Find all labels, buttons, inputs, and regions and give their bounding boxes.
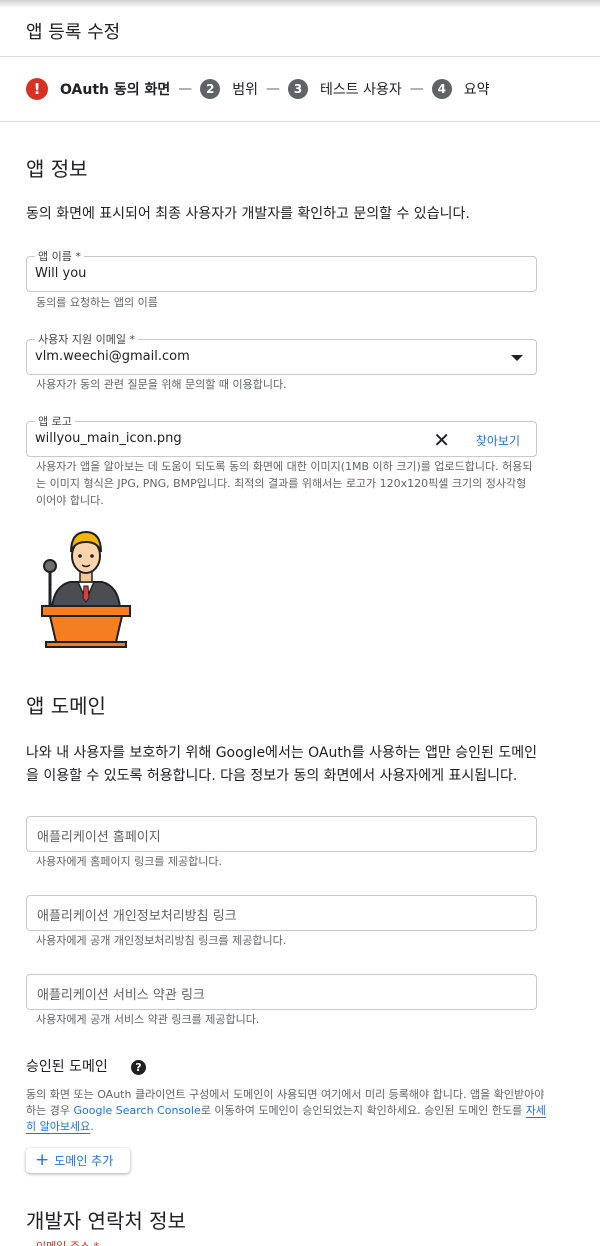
developer-contact-title: 개발자 연락처 정보 bbox=[26, 1209, 186, 1233]
support-email-hint: 사용자가 동의 관련 질문을 위해 문의할 때 이용합니다. bbox=[36, 378, 287, 391]
stepper: ! OAuth 동의 화면 — 2 범위 — 3 테스트 사용자 — 4 요약 bbox=[26, 76, 490, 102]
app-logo-label: 앱 로고 bbox=[35, 413, 75, 429]
divider bbox=[0, 56, 600, 57]
browse-button[interactable]: 찾아보기 bbox=[476, 432, 520, 449]
app-info-title: 앱 정보 bbox=[26, 157, 88, 181]
add-domain-button[interactable]: + 도메인 추가 bbox=[26, 1148, 130, 1173]
add-domain-label: 도메인 추가 bbox=[54, 1154, 114, 1168]
support-email-select[interactable]: 사용자 지원 이메일 * vlm.weechi@gmail.com bbox=[26, 331, 537, 375]
step-separator: — bbox=[178, 81, 193, 97]
step-separator: — bbox=[409, 81, 424, 97]
support-email-label: 사용자 지원 이메일 * bbox=[35, 331, 138, 347]
terms-hint: 사용자에게 공개 서비스 약관 링크를 제공합니다. bbox=[36, 1013, 260, 1026]
step-test-users[interactable]: 테스트 사용자 bbox=[320, 79, 402, 99]
search-console-link[interactable]: Google Search Console bbox=[73, 1104, 200, 1117]
homepage-placeholder: 애플리케이션 홈페이지 bbox=[37, 830, 161, 845]
dropdown-arrow-icon[interactable] bbox=[511, 355, 523, 361]
step-oauth-consent[interactable]: OAuth 동의 화면 bbox=[60, 79, 170, 99]
terms-of-service-input[interactable]: 애플리케이션 서비스 약관 링크 bbox=[26, 974, 537, 1010]
homepage-input[interactable]: 애플리케이션 홈페이지 bbox=[26, 816, 537, 852]
authorized-domains-title: 승인된 도메인 bbox=[26, 1059, 108, 1075]
help-icon[interactable]: ? bbox=[131, 1060, 146, 1075]
app-name-label: 앱 이름 * bbox=[35, 248, 84, 264]
app-domain-description: 나와 내 사용자를 보호하기 위해 Google에서는 OAuth를 사용하는 … bbox=[26, 745, 537, 784]
homepage-hint: 사용자에게 홈페이지 링크를 제공합니다. bbox=[36, 855, 223, 868]
divider bbox=[0, 121, 600, 122]
plus-icon: + bbox=[35, 1150, 50, 1170]
app-logo-preview-image bbox=[41, 530, 131, 648]
privacy-policy-placeholder: 애플리케이션 개인정보처리방침 링크 bbox=[37, 909, 237, 924]
support-email-value[interactable]: vlm.weechi@gmail.com bbox=[35, 349, 190, 364]
app-logo-hint: 사용자가 앱을 알아보는 데 도움이 되도록 동의 화면에 대한 이미지(1MB… bbox=[36, 460, 533, 507]
privacy-policy-input[interactable]: 애플리케이션 개인정보처리방침 링크 bbox=[26, 895, 537, 931]
clear-icon[interactable]: ✕ bbox=[433, 428, 450, 452]
step-separator: — bbox=[266, 81, 281, 97]
email-address-label: 이메일 주소 * bbox=[36, 1238, 99, 1246]
privacy-policy-hint: 사용자에게 공개 개인정보처리방침 링크를 제공합니다. bbox=[36, 934, 287, 947]
step-number-4: 4 bbox=[431, 79, 452, 99]
app-logo-filename: willyou_main_icon.png bbox=[35, 431, 182, 446]
app-info-description: 동의 화면에 표시되어 최종 사용자가 개발자를 확인하고 문의할 수 있습니다… bbox=[26, 206, 470, 222]
app-logo-field[interactable]: 앱 로고 willyou_main_icon.png ✕ 찾아보기 bbox=[26, 413, 537, 457]
error-icon: ! bbox=[26, 78, 48, 100]
top-shadow bbox=[0, 0, 600, 8]
app-name-field[interactable]: 앱 이름 * Will you bbox=[26, 248, 537, 292]
step-number-2: 2 bbox=[200, 79, 221, 99]
app-name-hint: 동의를 요청하는 앱의 이름 bbox=[36, 296, 158, 309]
step-scopes[interactable]: 범위 bbox=[232, 79, 258, 99]
page-title: 앱 등록 수정 bbox=[26, 22, 121, 43]
terms-placeholder: 애플리케이션 서비스 약관 링크 bbox=[37, 988, 205, 1003]
step-summary[interactable]: 요약 bbox=[464, 79, 490, 99]
authorized-domains-description: 동의 화면 또는 OAuth 클라이언트 구성에서 도메인이 사용되면 여기에서… bbox=[26, 1088, 546, 1134]
app-domain-title: 앱 도메인 bbox=[26, 694, 106, 718]
app-name-value[interactable]: Will you bbox=[35, 266, 86, 281]
step-number-3: 3 bbox=[288, 79, 309, 99]
